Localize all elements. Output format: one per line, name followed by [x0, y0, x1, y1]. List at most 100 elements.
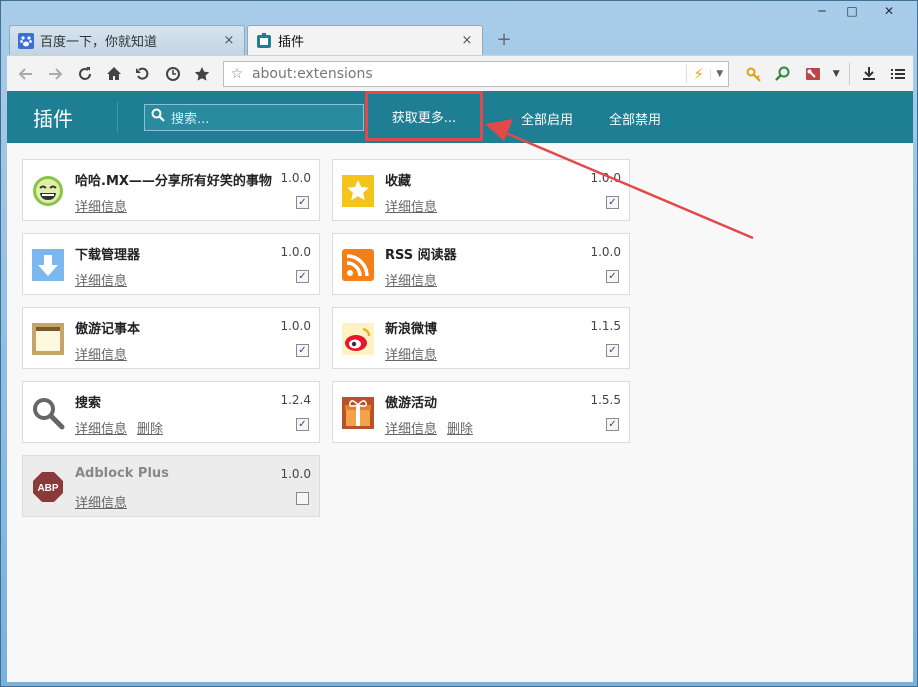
- get-more-button[interactable]: 获取更多...: [365, 91, 483, 141]
- window-controls: ─ □ ✕: [807, 1, 911, 21]
- search-input[interactable]: 搜索...: [144, 103, 364, 131]
- extension-name: 搜索: [75, 396, 102, 411]
- chevron-down-icon[interactable]: ▼: [710, 68, 728, 79]
- magnifier-refresh-icon[interactable]: [769, 60, 798, 88]
- extension-card-adblock: ABP Adblock Plus 1.0.0 详细信息: [22, 455, 320, 517]
- extension-name: 新浪微博: [385, 322, 438, 337]
- extension-version: 1.1.5: [590, 319, 621, 333]
- extension-version: 1.0.0: [280, 245, 311, 259]
- toolbox-icon[interactable]: [798, 60, 827, 88]
- details-link[interactable]: 详细信息: [385, 418, 437, 437]
- extension-version: 1.0.0: [280, 467, 311, 481]
- extensions-header: 插件 搜索... 获取更多... 全部启用 全部禁用: [7, 91, 913, 143]
- enable-checkbox[interactable]: [296, 492, 309, 505]
- details-link[interactable]: 详细信息: [385, 196, 437, 215]
- disable-all-button[interactable]: 全部禁用: [609, 109, 661, 128]
- reload-icon[interactable]: [70, 60, 99, 88]
- tab-label: 百度一下，你就知道: [40, 35, 158, 50]
- download-icon[interactable]: [854, 60, 883, 88]
- enable-checkbox[interactable]: ✓: [606, 418, 619, 431]
- details-link[interactable]: 详细信息: [75, 196, 127, 215]
- extension-version: 1.5.5: [590, 393, 621, 407]
- smiley-icon: [31, 174, 65, 208]
- bolt-icon[interactable]: ⚡: [686, 64, 710, 83]
- bookmark-star-icon[interactable]: [188, 60, 217, 88]
- page-title: 插件: [33, 106, 73, 131]
- extension-version: 1.0.0: [590, 171, 621, 185]
- tab-close-icon[interactable]: ×: [460, 33, 474, 48]
- address-input[interactable]: about:extensions: [250, 66, 686, 82]
- header-divider: [117, 102, 118, 132]
- new-tab-button[interactable]: +: [489, 25, 519, 53]
- home-icon[interactable]: [99, 60, 128, 88]
- enable-checkbox[interactable]: ✓: [606, 196, 619, 209]
- enable-checkbox[interactable]: ✓: [296, 344, 309, 357]
- extension-card-notepad: 傲游记事本 1.0.0 详细信息 ✓: [22, 307, 320, 369]
- weibo-icon: [341, 322, 375, 356]
- minimize-button[interactable]: ─: [807, 1, 837, 21]
- enable-checkbox[interactable]: ✓: [296, 196, 309, 209]
- extensions-page: 插件 搜索... 获取更多... 全部启用 全部禁用 哈哈.MX——分享所有好笑…: [7, 91, 913, 682]
- extension-card-favorites: 收藏 1.0.0 详细信息 ✓: [332, 159, 630, 221]
- tab-baidu[interactable]: 百度一下，你就知道 ×: [9, 25, 245, 55]
- extension-name: 收藏: [385, 174, 412, 189]
- gift-icon: [341, 396, 375, 430]
- extension-name: 傲游记事本: [75, 322, 141, 337]
- details-link[interactable]: 详细信息: [75, 270, 127, 289]
- extensions-icon: [256, 32, 272, 49]
- undo-close-icon[interactable]: [129, 60, 158, 88]
- browser-window: ─ □ ✕ 百度一下，你就知道 × 插件 × + ☆ about:extensi…: [0, 0, 918, 687]
- details-link[interactable]: 详细信息: [385, 344, 437, 363]
- maximize-button[interactable]: □: [837, 1, 867, 21]
- enable-checkbox[interactable]: ✓: [296, 270, 309, 283]
- delete-link[interactable]: 删除: [447, 418, 473, 437]
- extension-card-download-manager: 下载管理器 1.0.0 详细信息 ✓: [22, 233, 320, 295]
- star-icon[interactable]: ☆: [224, 66, 250, 82]
- extension-name: 下载管理器: [75, 248, 141, 263]
- history-icon[interactable]: [158, 60, 187, 88]
- tab-extensions[interactable]: 插件 ×: [247, 25, 483, 55]
- extension-name: 傲游活动: [385, 396, 438, 411]
- rss-icon: [341, 248, 375, 282]
- extension-card-search: 搜索 1.2.4 详细信息 删除 ✓: [22, 381, 320, 443]
- extension-version: 1.0.0: [280, 319, 311, 333]
- details-link[interactable]: 详细信息: [75, 492, 127, 511]
- key-icon[interactable]: [739, 60, 768, 88]
- extension-card-activity: 傲游活动 1.5.5 详细信息 删除 ✓: [332, 381, 630, 443]
- delete-link[interactable]: 删除: [137, 418, 163, 437]
- enable-checkbox[interactable]: ✓: [606, 270, 619, 283]
- extension-card-rss: RSS 阅读器 1.0.0 详细信息 ✓: [332, 233, 630, 295]
- address-bar[interactable]: ☆ about:extensions ⚡ ▼: [222, 60, 730, 87]
- enable-checkbox[interactable]: ✓: [606, 344, 619, 357]
- baidu-paw-icon: [18, 32, 34, 49]
- search-placeholder: 搜索...: [171, 111, 210, 127]
- dropdown-icon[interactable]: ▼: [827, 60, 845, 88]
- details-link[interactable]: 详细信息: [75, 418, 127, 437]
- extension-version: 1.0.0: [280, 171, 311, 185]
- extension-name: RSS 阅读器: [385, 248, 457, 263]
- enable-checkbox[interactable]: ✓: [296, 418, 309, 431]
- notepad-icon: [31, 322, 65, 356]
- tab-strip: 百度一下，你就知道 × 插件 × +: [9, 25, 519, 55]
- toolbar-divider: [849, 62, 851, 85]
- download-arrow-icon: [31, 248, 65, 282]
- details-link[interactable]: 详细信息: [385, 270, 437, 289]
- extension-version: 1.2.4: [280, 393, 311, 407]
- details-link[interactable]: 详细信息: [75, 344, 127, 363]
- star-icon: [341, 174, 375, 208]
- forward-icon[interactable]: [40, 60, 69, 88]
- extension-name: Adblock Plus: [75, 466, 169, 481]
- abp-stop-icon: ABP: [31, 470, 65, 504]
- close-window-button[interactable]: ✕: [867, 1, 911, 21]
- enable-all-button[interactable]: 全部启用: [521, 109, 573, 128]
- toolbar: ☆ about:extensions ⚡ ▼ ▼: [7, 55, 913, 91]
- extension-card-hahamx: 哈哈.MX——分享所有好笑的事物 1.0.0 详细信息 ✓: [22, 159, 320, 221]
- extension-card-weibo: 新浪微博 1.1.5 详细信息 ✓: [332, 307, 630, 369]
- tab-close-icon[interactable]: ×: [222, 33, 236, 48]
- menu-icon[interactable]: [884, 60, 913, 88]
- extension-name: 哈哈.MX——分享所有好笑的事物: [75, 174, 272, 189]
- tab-label: 插件: [278, 35, 305, 50]
- search-icon: [151, 108, 167, 126]
- back-icon[interactable]: [11, 60, 40, 88]
- magnifier-icon: [31, 396, 65, 430]
